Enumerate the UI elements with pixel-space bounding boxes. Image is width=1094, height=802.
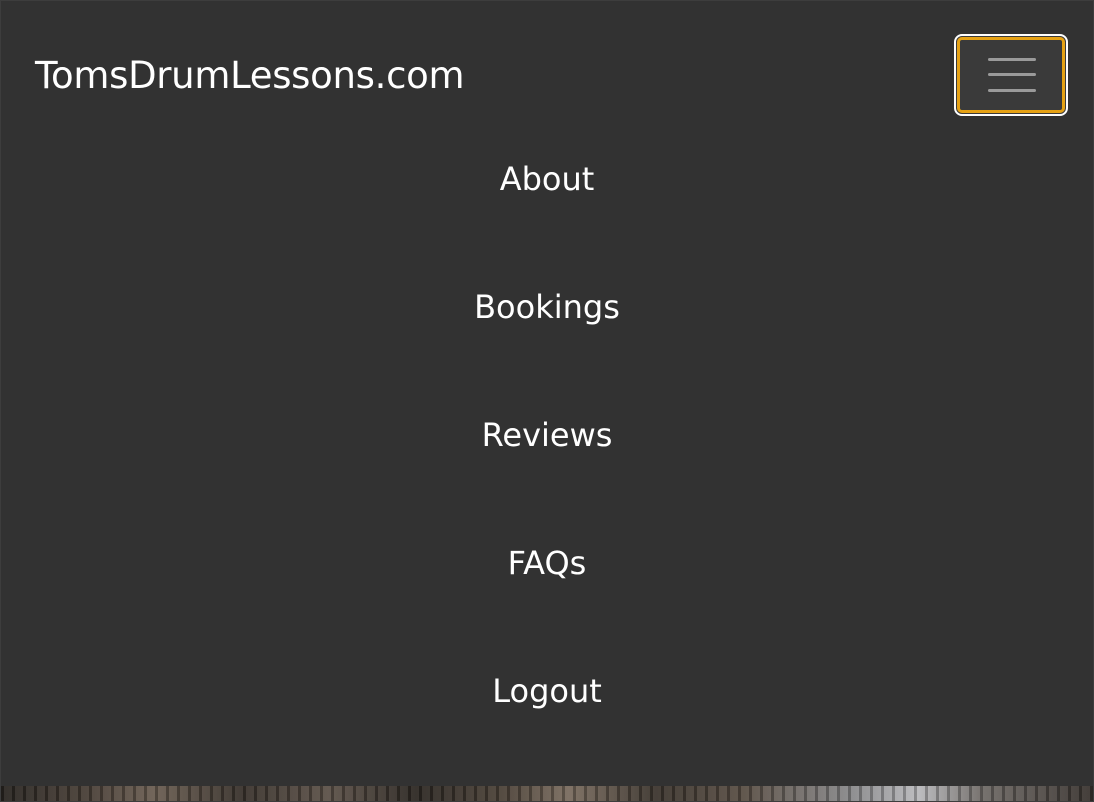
nav-link-faqs[interactable]: FAQs bbox=[508, 543, 587, 583]
nav-link-logout[interactable]: Logout bbox=[492, 671, 602, 711]
nav-item-logout: Logout bbox=[1, 653, 1093, 781]
brand-link[interactable]: TomsDrumLessons.com bbox=[35, 51, 465, 101]
nav-item-reviews: Reviews bbox=[1, 397, 1093, 525]
nav-item-about: About bbox=[1, 141, 1093, 269]
nav-item-faqs: FAQs bbox=[1, 525, 1093, 653]
nav-item-bookings: Bookings bbox=[1, 269, 1093, 397]
navbar-toggle-button[interactable] bbox=[954, 34, 1068, 116]
nav-link-bookings[interactable]: Bookings bbox=[474, 287, 620, 327]
hamburger-menu-icon bbox=[988, 58, 1036, 94]
navbar: TomsDrumLessons.com About Bookings Revie… bbox=[1, 1, 1093, 786]
nav-link-about[interactable]: About bbox=[500, 159, 595, 199]
nav-link-reviews[interactable]: Reviews bbox=[482, 415, 613, 455]
page: TomsDrumLessons.com About Bookings Revie… bbox=[0, 0, 1094, 802]
hero-drum-kit-image bbox=[1, 786, 1093, 801]
nav-menu: About Bookings Reviews FAQs Logout bbox=[1, 141, 1093, 781]
